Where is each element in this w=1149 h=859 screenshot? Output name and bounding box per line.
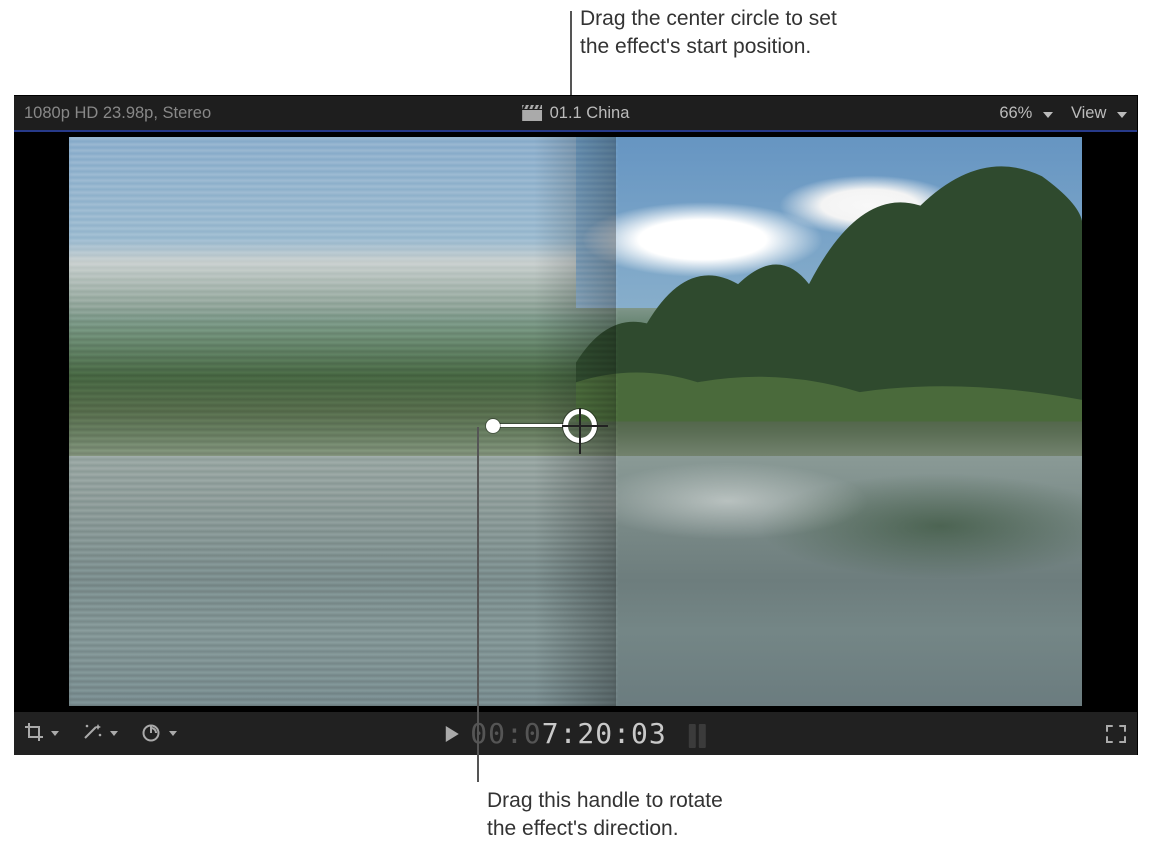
zoom-value: 66%	[999, 104, 1032, 122]
effect-center-handle[interactable]	[563, 409, 597, 443]
clip-name: 01.1 China	[550, 104, 630, 123]
retime-icon	[140, 722, 162, 746]
scene-water	[69, 456, 1082, 706]
effect-direction-stem[interactable]	[492, 424, 567, 427]
wand-icon	[81, 722, 103, 746]
annotation-leader-bottom	[477, 427, 479, 782]
chevron-down-icon	[51, 731, 59, 736]
view-menu[interactable]: View	[1071, 104, 1127, 123]
clapper-icon	[522, 105, 542, 121]
annotation-bottom: Drag this handle to rotate the effect's …	[487, 787, 723, 844]
chevron-down-icon	[1043, 112, 1053, 118]
chevron-down-icon	[110, 731, 118, 736]
timecode-bright: 7:20:03	[542, 717, 667, 750]
viewer-canvas[interactable]	[14, 132, 1137, 711]
crop-icon	[24, 722, 44, 746]
viewer-titlebar: 1080p HD 23.98p, Stereo 01.1 China 66%	[14, 96, 1137, 132]
video-frame	[69, 137, 1082, 706]
scene-mountains	[576, 137, 1083, 422]
timecode-display: 00:07:20:03	[470, 717, 666, 750]
timecode-dim: 00:0	[470, 717, 541, 750]
chevron-down-icon	[169, 731, 177, 736]
annotation-top: Drag the center circle to set the effect…	[580, 5, 837, 62]
chevron-down-icon	[1117, 112, 1127, 118]
fullscreen-button[interactable]	[1105, 724, 1127, 744]
enhance-menu[interactable]	[81, 722, 118, 746]
play-button[interactable]	[445, 726, 458, 742]
viewer-window: 1080p HD 23.98p, Stereo 01.1 China 66%	[14, 95, 1138, 755]
transport-timecode: 00:07:20:03	[445, 717, 705, 750]
retime-menu[interactable]	[140, 722, 177, 746]
format-label: 1080p HD 23.98p, Stereo	[24, 104, 211, 123]
transform-crop-menu[interactable]	[24, 722, 59, 746]
effect-rotate-handle[interactable]	[486, 419, 500, 433]
view-label: View	[1071, 104, 1106, 122]
zoom-menu[interactable]: 66%	[999, 104, 1053, 123]
audio-meter	[689, 724, 706, 748]
viewer-toolbar: 00:07:20:03	[14, 711, 1137, 755]
